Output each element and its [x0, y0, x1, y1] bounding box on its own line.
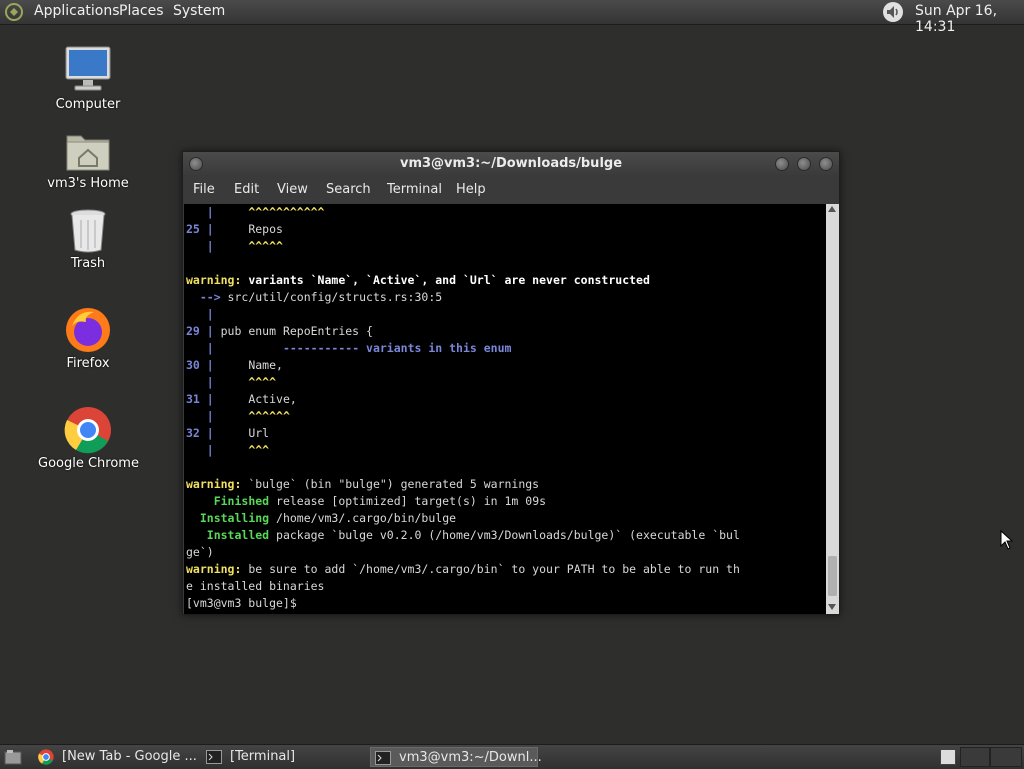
terminal-line: e installed binaries	[186, 579, 325, 593]
scroll-thumb[interactable]	[828, 556, 837, 596]
terminal-line: 30 | Name,	[186, 358, 283, 372]
desktop-icon-label: Google Chrome	[38, 456, 139, 471]
menu-system[interactable]: System	[173, 3, 225, 19]
scroll-up-arrow-icon[interactable]	[828, 206, 836, 212]
terminal-line: | ^^^^^^^^^^^	[186, 205, 325, 219]
window-menubar: File Edit View Search Terminal Help	[183, 176, 839, 204]
menu-view[interactable]: View	[277, 182, 308, 197]
bottom-taskbar: [New Tab - Google ... [Terminal] vm3@vm3…	[0, 744, 1024, 769]
desktop-icon-label: Computer	[55, 97, 121, 112]
terminal-line: | ^^^^^	[186, 239, 283, 253]
terminal-line: | ^^^	[186, 443, 270, 457]
taskbar-item-terminal-active[interactable]: vm3@vm3:~/Downl...	[370, 747, 542, 767]
terminal-line: ge`)	[186, 545, 214, 559]
terminal-line: | ----------- variants in this enum	[186, 341, 512, 355]
maximize-button[interactable]	[797, 157, 811, 171]
trash-icon	[70, 209, 106, 253]
taskbar-item-label: [New Tab - Google ...	[62, 749, 197, 764]
terminal-line: |	[186, 307, 214, 321]
workspace-2[interactable]	[960, 747, 990, 767]
terminal-line: warning: be sure to add `/home/vm3/.carg…	[186, 562, 740, 576]
menu-terminal[interactable]: Terminal	[387, 182, 442, 197]
taskbar-item-label: [Terminal]	[230, 749, 296, 764]
terminal-line: 25 | Repos	[186, 222, 283, 236]
terminal-line: | ^^^^^^	[186, 409, 290, 423]
computer-icon	[65, 46, 111, 91]
top-panel: Applications Places System Sun Apr 16, 1…	[0, 0, 1024, 35]
taskbar-item-label: vm3@vm3:~/Downl...	[399, 750, 542, 765]
terminal-line: [vm3@vm3 bulge]$	[186, 596, 304, 610]
terminal-scrollbar[interactable]	[826, 204, 839, 614]
taskbar-item-terminal[interactable]: [Terminal]	[202, 747, 362, 767]
distro-logo-icon[interactable]	[4, 2, 24, 22]
desktop-icon-firefox[interactable]: Firefox	[38, 306, 138, 371]
speaker-icon[interactable]	[882, 1, 904, 23]
terminal-window[interactable]: vm3@vm3:~/Downloads/bulge File Edit View…	[182, 151, 840, 615]
chrome-icon	[38, 749, 54, 765]
terminal-line: 31 | Active,	[186, 392, 297, 406]
minimize-button[interactable]	[775, 157, 789, 171]
workspace-3[interactable]	[990, 747, 1022, 767]
terminal-line: 32 | Url	[186, 426, 270, 440]
desktop-icon-trash[interactable]: Trash	[38, 208, 138, 271]
terminal-line: --> src/util/config/structs.rs:30:5	[186, 290, 443, 304]
window-title: vm3@vm3:~/Downloads/bulge	[399, 156, 623, 171]
firefox-icon	[66, 308, 110, 352]
menu-places[interactable]: Places	[119, 3, 164, 19]
home-folder-icon	[66, 135, 110, 171]
terminal-line: | ^^^^	[186, 375, 277, 389]
terminal-line: Installing /home/vm3/.cargo/bin/bulge	[199, 511, 457, 525]
chrome-icon	[64, 407, 111, 454]
desktop-icon-label: Firefox	[66, 356, 110, 371]
workspace-indicator[interactable]	[940, 749, 956, 765]
menu-search[interactable]: Search	[326, 182, 371, 197]
menu-applications[interactable]: Applications	[34, 3, 120, 19]
desktop-icon-chrome[interactable]: Google Chrome	[38, 406, 139, 471]
mouse-cursor-icon	[1000, 530, 1014, 550]
terminal-line: warning: `bulge` (bin "bulge") generated…	[186, 477, 540, 491]
terminal-icon	[375, 751, 391, 765]
terminal-output[interactable]: | ^^^^^^^^^^^ 25 | Repos | ^^^^^ warning: …	[184, 204, 826, 614]
menu-help[interactable]: Help	[456, 182, 486, 197]
taskbar-item-chrome[interactable]: [New Tab - Google ...	[34, 747, 197, 767]
show-desktop-icon[interactable]	[4, 749, 22, 765]
close-button[interactable]	[819, 157, 833, 171]
desktop-icon-computer[interactable]: Computer	[38, 45, 138, 112]
terminal-line: Installed package `bulge v0.2.0 (/home/v…	[206, 528, 740, 542]
scroll-down-arrow-icon[interactable]	[828, 604, 836, 610]
menu-file[interactable]: File	[193, 182, 215, 197]
terminal-line: 29 | pub enum RepoEntries {	[186, 324, 373, 338]
window-titlebar[interactable]: vm3@vm3:~/Downloads/bulge	[183, 152, 839, 176]
terminal-icon	[206, 750, 222, 764]
desktop-icon-home[interactable]: vm3's Home	[38, 128, 138, 191]
terminal-line: Finished release [optimized] target(s) i…	[213, 494, 547, 508]
menu-edit[interactable]: Edit	[234, 182, 259, 197]
terminal-line: warning: variants `Name`, `Active`, and …	[186, 273, 650, 287]
desktop-icon-label: Trash	[70, 256, 106, 271]
desktop-icon-label: vm3's Home	[47, 176, 129, 191]
clock[interactable]: Sun Apr 16, 14:31	[915, 3, 1024, 35]
